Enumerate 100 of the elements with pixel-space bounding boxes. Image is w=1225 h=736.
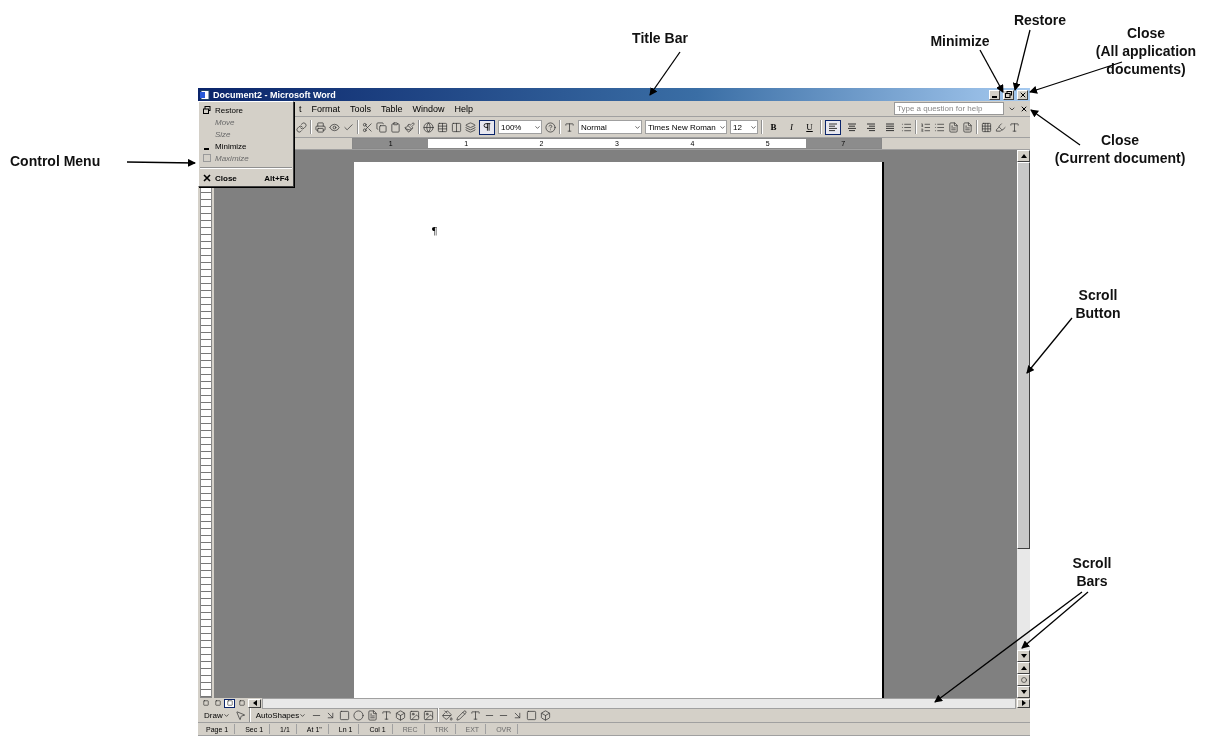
horizontal-scrollbar[interactable] (262, 697, 1016, 709)
pointer-icon[interactable] (234, 709, 246, 721)
zoom-combo[interactable]: 100% (498, 120, 542, 134)
maximize-icon (203, 154, 211, 162)
close-document-icon[interactable] (1020, 104, 1028, 113)
arrow (979, 49, 1004, 93)
menu-item[interactable]: Close Alt+F4 (199, 172, 293, 184)
down-arrow-icon (1019, 689, 1028, 695)
arrow (1030, 109, 1081, 146)
align-lines-icon (847, 122, 857, 132)
scroll-down-button[interactable] (1017, 650, 1030, 662)
minimize-button[interactable] (989, 89, 1000, 100)
print-icon[interactable] (315, 121, 326, 133)
font-color-icon[interactable] (1009, 121, 1020, 133)
scroll-left-button[interactable] (248, 698, 261, 708)
vertical-scrollbar[interactable] (1017, 150, 1030, 698)
window-title: Document2 - Microsoft Word (213, 89, 337, 100)
line-color-icon[interactable] (456, 709, 468, 721)
columns-icon[interactable] (451, 121, 462, 133)
menu-item[interactable]: Format (308, 103, 344, 114)
up-arrow-icon (1019, 665, 1028, 671)
arrow (126, 158, 196, 167)
hyperlink-icon[interactable] (296, 121, 307, 133)
callout-label: Close (Current document) (1054, 131, 1186, 167)
style-combo[interactable]: Normal (578, 120, 642, 134)
italic-button[interactable]: I (784, 119, 799, 135)
menu-item[interactable]: t (296, 103, 305, 114)
draw-menu-button[interactable]: Draw (202, 709, 232, 721)
restore-icon (203, 106, 211, 114)
bullets-icon[interactable] (934, 121, 945, 133)
wordart-icon[interactable] (381, 709, 393, 721)
close-icon (1018, 90, 1027, 99)
menu-item[interactable]: Restore (199, 104, 293, 116)
cut-icon[interactable] (362, 121, 373, 133)
menu-item[interactable]: Window (409, 103, 448, 114)
up-arrow-icon (1019, 153, 1028, 159)
font-combo[interactable]: Times New Roman (645, 120, 727, 134)
left-arrow-icon (251, 699, 258, 707)
border-icon[interactable] (981, 121, 992, 133)
arrow (1026, 317, 1073, 374)
copy-icon[interactable] (376, 121, 387, 133)
browse-object-button[interactable] (1017, 674, 1030, 686)
dropdown-icon (750, 123, 757, 131)
previous-page-button[interactable] (1017, 662, 1030, 674)
autoshapes-button[interactable]: AutoShapes (253, 709, 309, 721)
align-button[interactable] (825, 119, 841, 135)
oval-icon[interactable] (353, 709, 365, 721)
size-combo[interactable]: 12 (730, 120, 758, 134)
pilcrow-icon (482, 122, 492, 132)
align-lines-icon (866, 122, 876, 132)
paste-icon[interactable] (390, 121, 401, 133)
close-icon (203, 174, 211, 182)
callout-label: Scroll Button (1075, 286, 1121, 322)
paragraph-mark: ¶ (432, 224, 437, 236)
dropdown-icon (634, 123, 641, 131)
dropdown-icon (534, 123, 541, 131)
highlighter-icon[interactable] (995, 121, 1006, 133)
menu-item[interactable]: Table (378, 103, 406, 114)
scroll-thumb[interactable] (1017, 162, 1030, 549)
help-icon[interactable] (545, 121, 556, 133)
callout-label: Close (All application documents) (1095, 24, 1197, 78)
scroll-right-button[interactable] (1017, 698, 1030, 708)
table-icon[interactable] (437, 121, 448, 133)
underline-button[interactable]: U (802, 119, 817, 135)
circle-icon (1020, 677, 1027, 683)
bold-button[interactable]: B (766, 119, 781, 135)
dropdown-icon (719, 123, 726, 131)
callout-label: Minimize (930, 32, 990, 50)
dropdown-icon (222, 711, 230, 719)
down-arrow-icon (1019, 653, 1028, 659)
menu-item[interactable]: Tools (347, 103, 375, 114)
restore-button[interactable] (1003, 89, 1014, 100)
menu-item[interactable]: Help (451, 103, 477, 114)
styles-icon[interactable] (564, 121, 575, 133)
picture-icon[interactable] (423, 709, 435, 721)
brush-icon[interactable] (404, 121, 415, 133)
scroll-up-button[interactable] (1017, 150, 1030, 162)
close-button[interactable] (1017, 89, 1028, 100)
dropdown-icon (299, 711, 307, 719)
help-search-field[interactable]: Type a question for help (894, 102, 1004, 115)
fill-color-icon[interactable] (442, 709, 454, 721)
view-button[interactable] (224, 698, 235, 708)
restore-icon (1005, 91, 1012, 98)
callout-label: Restore (1013, 11, 1067, 29)
preview-icon[interactable] (329, 121, 340, 133)
font-color-icon[interactable] (470, 709, 482, 721)
align-lines-icon (885, 122, 895, 132)
callout-label: Title Bar (632, 29, 688, 47)
globe-icon[interactable] (423, 121, 434, 133)
clip-art-icon[interactable] (409, 709, 421, 721)
numbering-icon[interactable] (920, 121, 931, 133)
3d-icon[interactable] (540, 709, 552, 721)
shortcut-text: Alt+F4 (264, 173, 289, 183)
rectangle-icon[interactable] (339, 709, 351, 721)
callout-label: Scroll Bars (1072, 554, 1112, 590)
menu-item[interactable]: Minimize (199, 140, 293, 152)
spelling-icon[interactable] (343, 121, 354, 133)
next-page-button[interactable] (1017, 686, 1030, 698)
right-arrow-icon (1020, 699, 1027, 707)
show-marks-button[interactable] (479, 119, 495, 135)
